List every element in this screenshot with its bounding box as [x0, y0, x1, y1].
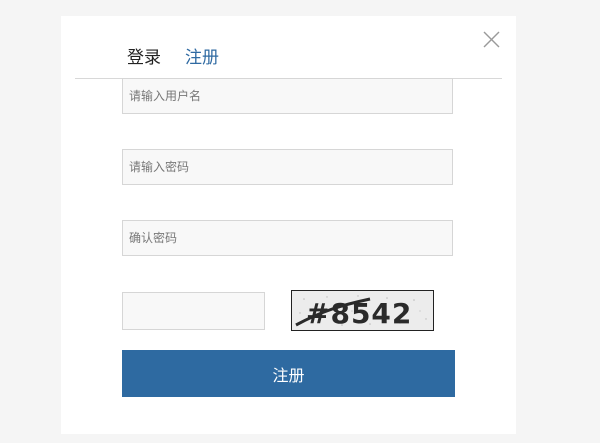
- captcha-image[interactable]: #8542: [291, 290, 434, 331]
- tab-login[interactable]: 登录: [127, 47, 161, 69]
- tab-register[interactable]: 注册: [185, 47, 219, 69]
- register-dialog: 登录 注册 请输入用户名 #8542 注册: [61, 16, 516, 434]
- close-button[interactable]: [481, 29, 503, 51]
- confirm-password-input[interactable]: [122, 220, 453, 256]
- register-submit-button[interactable]: 注册: [122, 350, 455, 397]
- password-input[interactable]: [122, 149, 453, 185]
- close-icon: [483, 31, 500, 48]
- captcha-input[interactable]: [122, 292, 265, 330]
- username-input[interactable]: [122, 78, 453, 114]
- captcha-graphic: #8542: [292, 291, 433, 330]
- tab-bar: 登录 注册: [127, 47, 219, 69]
